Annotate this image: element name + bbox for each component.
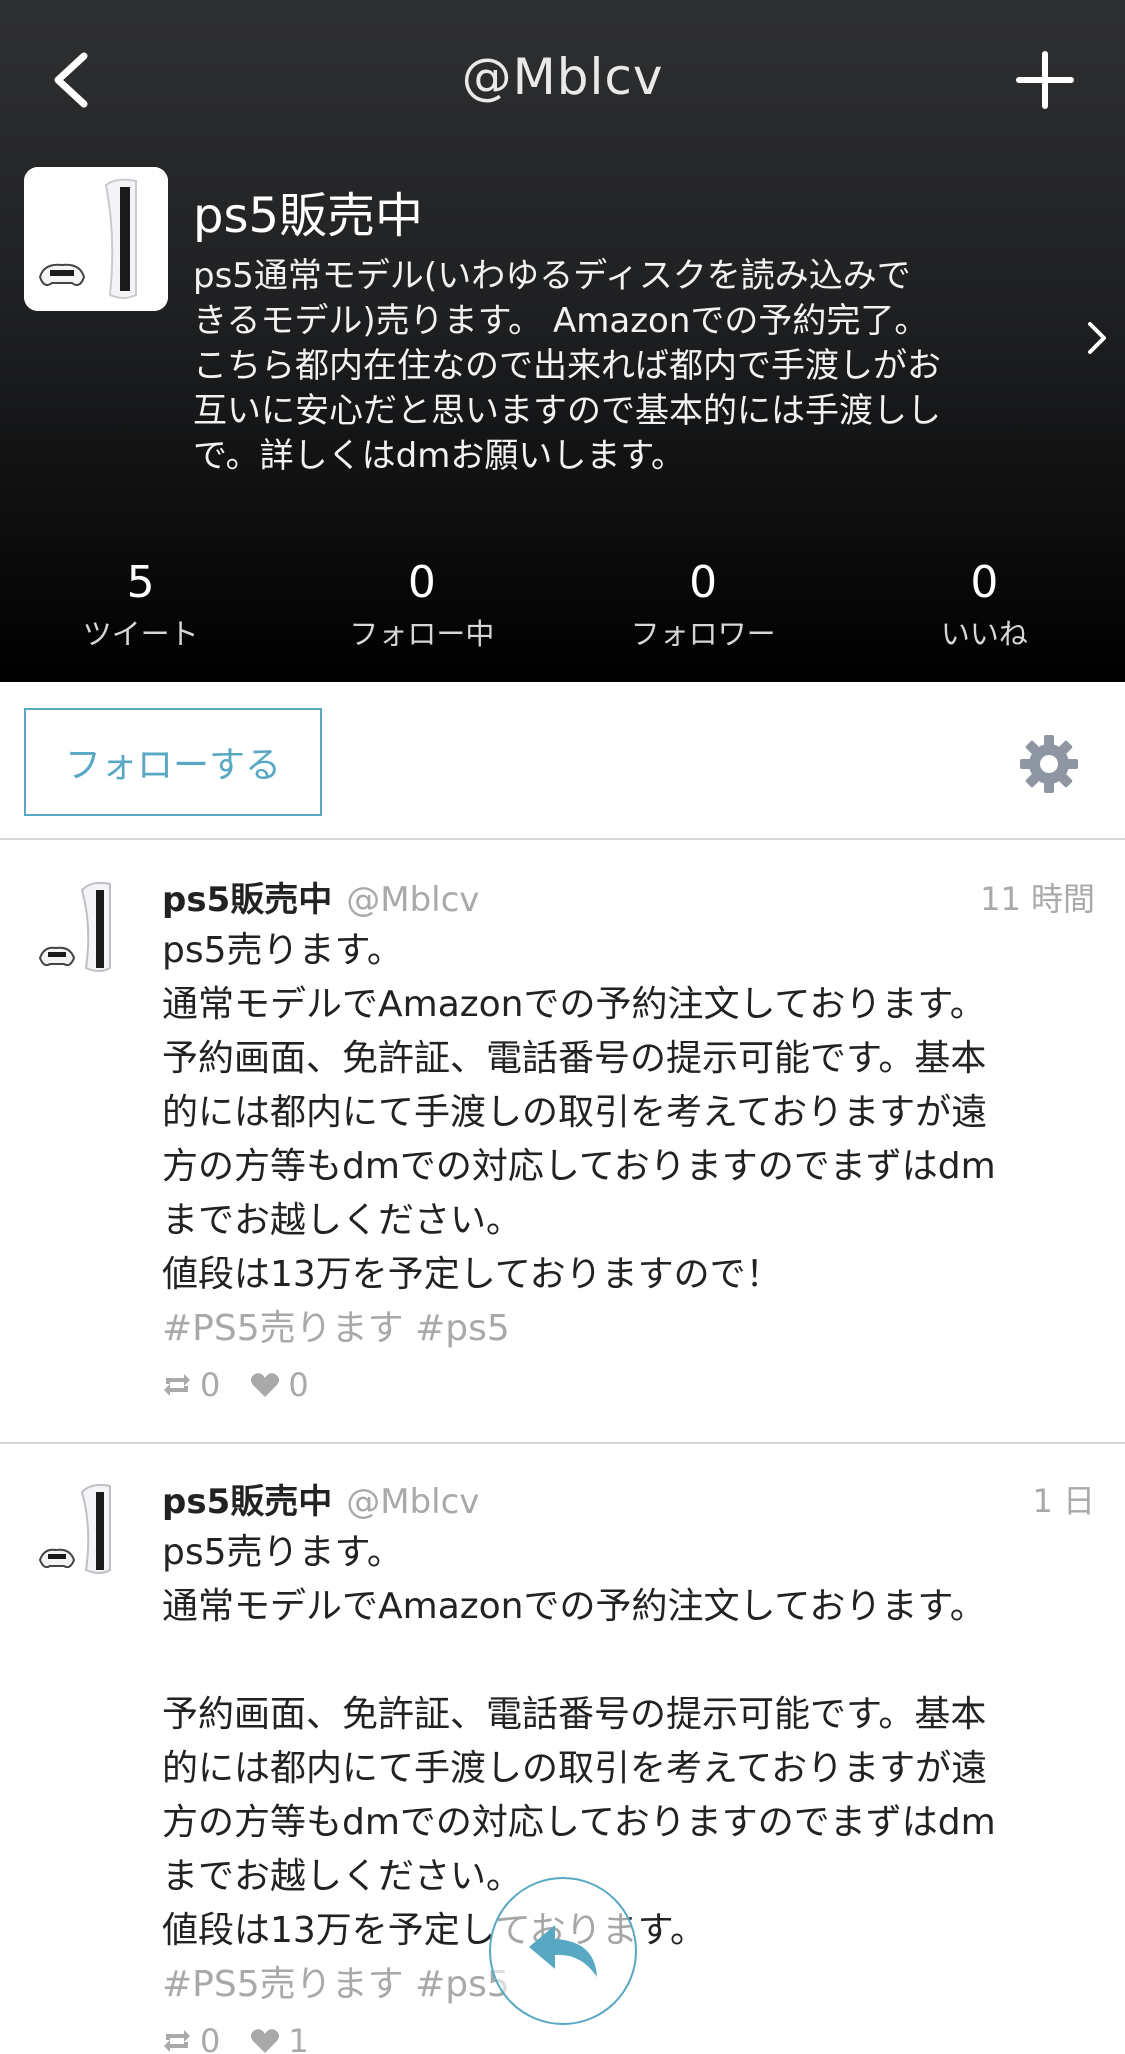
stat-label: ツイート [82,617,199,651]
heart-icon [251,2029,280,2053]
tweet-author-name: ps5販売中 [162,1482,333,1522]
retweet-count: 0 [200,2022,221,2054]
tweet-hashtags[interactable]: #PS5売ります #ps5 [162,1964,510,2005]
chevron-right-icon[interactable] [1082,318,1112,358]
gear-icon[interactable] [1018,733,1080,795]
reply-icon [529,1925,597,1977]
tweet-avatar[interactable] [36,1478,132,1578]
reply-fab-button[interactable] [489,1877,637,2025]
retweet-count: 0 [200,1366,221,1404]
tweet-text: ps5売ります。 通常モデルでAmazonでの予約注文しております。 予約画面、… [162,930,996,1295]
stat-count: 0 [970,557,999,608]
like-button[interactable]: 1 [250,2022,309,2054]
stat-count: 0 [407,557,436,608]
tweet-actions: 0 1 [162,2022,339,2054]
profile-header: @Mblcv ps5販売中 ps5通常モデル(いわゆるディスクを読み込みで きる… [0,0,1125,682]
retweet-icon [164,2030,190,2052]
like-count: 1 [288,2022,309,2054]
profile-avatar[interactable] [24,167,168,311]
header-handle: @Mblcv [461,48,664,106]
retweet-button[interactable]: 0 [162,1366,220,1404]
stat-tweets[interactable]: 5 ツイート [0,550,281,660]
tweet-avatar[interactable] [36,876,132,976]
tweet-item[interactable]: ps5販売中 @Mblcv 11 時間 ps5売ります。 通常モデルでAmazon… [0,842,1125,1442]
heart-icon [251,1373,280,1397]
stat-label: フォロワー [630,617,776,651]
divider [0,838,1125,840]
tweet-author-handle: @Mblcv [346,880,480,920]
like-button[interactable]: 0 [250,1366,309,1404]
stat-following[interactable]: 0 フォロー中 [281,550,562,660]
stat-label: フォロー中 [349,617,495,651]
tweet-author-name: ps5販売中 [162,880,333,920]
plus-icon[interactable] [1015,50,1075,110]
stat-count: 5 [126,557,155,608]
stat-count: 0 [689,557,718,608]
profile-stats: 5 ツイート 0 フォロー中 0 フォロワー 0 いいね [0,550,1125,660]
tweet-hashtags[interactable]: #PS5売ります #ps5 [162,1308,510,1349]
ps5-console-icon [24,167,168,311]
follow-button[interactable]: フォローする [24,708,322,816]
like-count: 0 [288,1366,309,1404]
tweet-time: 11 時間 [980,880,1095,918]
profile-name: ps5販売中 [193,188,424,244]
tweet-author[interactable]: ps5販売中 @Mblcv [162,1474,479,1523]
stat-followers[interactable]: 0 フォロワー [563,550,844,660]
retweet-button[interactable]: 0 [162,2022,220,2054]
tweet-author-handle: @Mblcv [346,1482,480,1522]
tweet-actions: 0 0 [162,1366,339,1404]
tweet-author[interactable]: ps5販売中 @Mblcv [162,872,479,921]
profile-bio: ps5通常モデル(いわゆるディスクを読み込みで きるモデル)売ります。 Amaz… [193,256,941,476]
stat-label: いいね [940,617,1028,651]
tweet-body: ps5売ります。 通常モデルでAmazonでの予約注文しております。 予約画面、… [162,924,1092,1356]
stat-likes[interactable]: 0 いいね [844,550,1125,660]
tweet-time: 1 日 [1032,1482,1095,1520]
retweet-icon [164,1374,190,1396]
